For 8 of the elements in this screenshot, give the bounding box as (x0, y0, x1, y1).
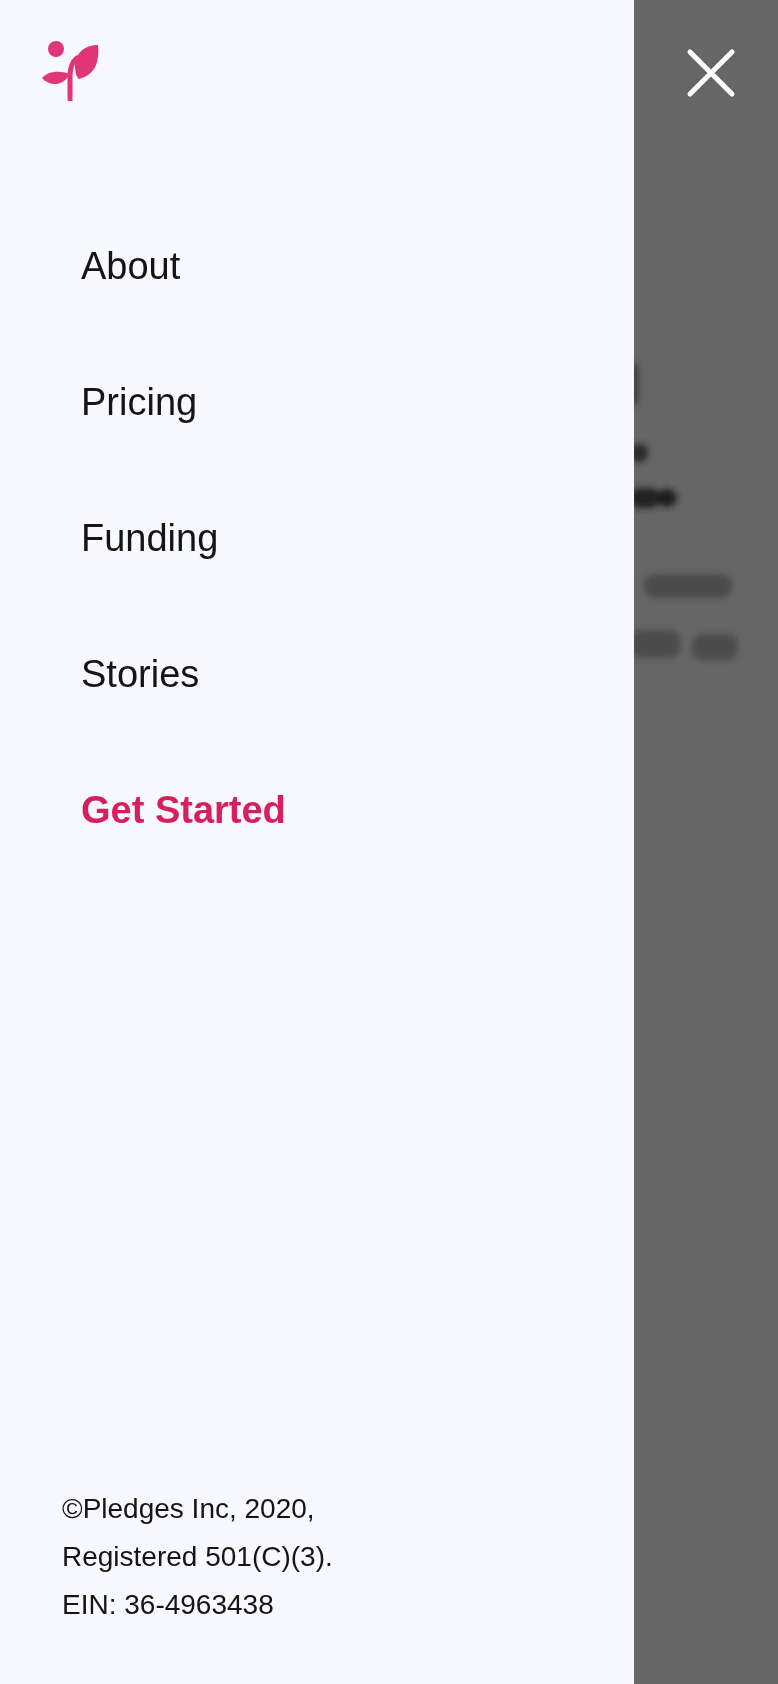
menu-link[interactable]: Pricing (81, 379, 198, 425)
copyright-text: ©Pledges Inc, 2020, Registered 501(C)(3). EIN: 36-4963438 (62, 1492, 333, 1622)
get-started-link[interactable]: Get Started (81, 787, 286, 833)
menu-link[interactable]: Funding (81, 515, 219, 561)
close-button[interactable] (686, 48, 736, 98)
menu-link[interactable]: About (81, 243, 181, 289)
menu-link[interactable]: Stories (81, 651, 200, 697)
sprout-logo-icon[interactable] (42, 40, 99, 101)
